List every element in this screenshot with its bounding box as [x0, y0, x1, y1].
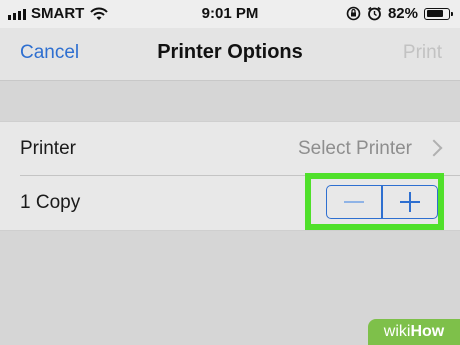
- watermark-part2: How: [410, 323, 445, 340]
- printer-value: Select Printer: [297, 138, 412, 159]
- plus-icon: [399, 192, 420, 212]
- nav-bar: Cancel Printer Options Print: [0, 28, 460, 81]
- battery-icon: [424, 7, 453, 20]
- minus-icon: [344, 201, 365, 203]
- orientation-lock-icon: [346, 6, 361, 21]
- watermark-part1: wiki: [383, 323, 411, 340]
- battery-fill: [426, 10, 444, 17]
- status-right: 82%: [346, 5, 453, 22]
- battery-percent: 82%: [387, 5, 418, 22]
- printer-row[interactable]: Printer Select Printer: [0, 121, 460, 176]
- chevron-right-icon: [425, 139, 443, 157]
- wikihow-watermark: wikiHow: [368, 319, 460, 345]
- alarm-icon: [367, 6, 381, 21]
- copies-stepper: [326, 185, 438, 219]
- print-button[interactable]: Print: [403, 42, 442, 64]
- page-title: Printer Options: [157, 41, 303, 63]
- status-bar: SMART 9:01 PM 82%: [0, 0, 460, 28]
- section-gap: [0, 81, 460, 121]
- increment-button[interactable]: [383, 186, 437, 218]
- printer-label: Printer: [20, 138, 76, 159]
- decrement-button[interactable]: [327, 186, 381, 218]
- copies-label: 1 Copy: [20, 192, 81, 213]
